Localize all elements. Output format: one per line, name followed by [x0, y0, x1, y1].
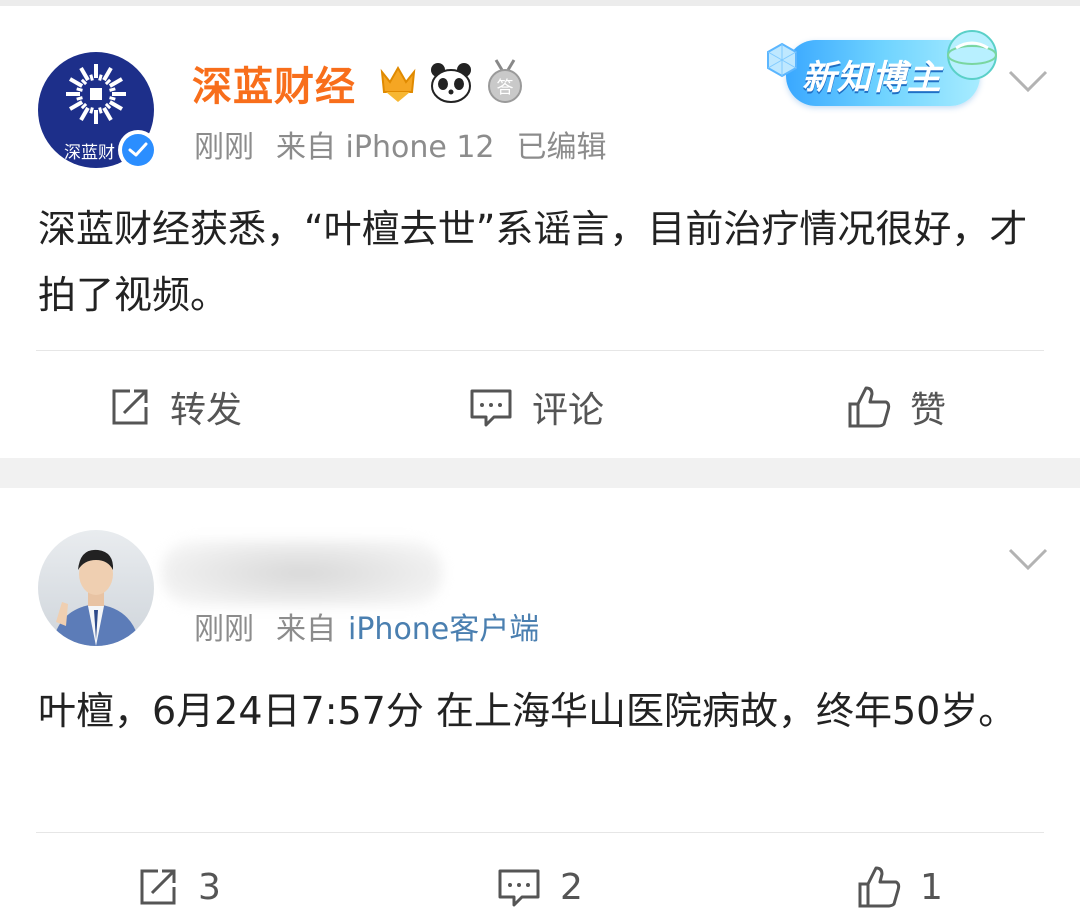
svg-text:答: 答 — [497, 78, 514, 98]
like-icon — [848, 386, 891, 428]
avatar[interactable]: 深蓝财 — [38, 52, 158, 170]
username[interactable]: 深蓝财经 — [192, 54, 356, 112]
cube-icon — [767, 42, 797, 78]
post-source-prefix: 来自 — [276, 612, 336, 647]
promo-badge[interactable]: 新知博主 — [762, 20, 1002, 120]
globe-icon — [947, 30, 997, 80]
post-time: 刚刚 — [194, 612, 254, 647]
repost-label: 转发 — [170, 390, 243, 431]
post-card-2: 刚刚 来自 iPhone客户端 叶檀，6月24日7:57分 在上海华山医院病故，终年… — [0, 488, 1080, 909]
post-time: 刚刚 — [194, 130, 254, 165]
comment-button[interactable]: 2 — [496, 862, 583, 909]
panda-badge-icon[interactable] — [428, 60, 474, 106]
edited-label[interactable]: 已编辑 — [517, 130, 607, 165]
like-icon — [858, 866, 901, 908]
like-label: 赞 — [910, 390, 947, 431]
answer-medal-icon[interactable]: 答 — [484, 58, 526, 104]
avatar-logo-text: 深蓝财 — [64, 143, 115, 163]
avatar[interactable] — [38, 530, 154, 646]
comment-icon — [470, 389, 512, 427]
repost-count: 3 — [198, 866, 221, 908]
comment-icon — [498, 869, 540, 907]
crown-badge-icon[interactable] — [376, 62, 420, 106]
post-meta: 刚刚 来自 iPhone 12 已编辑 — [194, 122, 629, 166]
comment-button[interactable]: 评论 — [468, 382, 604, 432]
comment-count: 2 — [560, 866, 583, 908]
post-source[interactable]: 来自 iPhone 12 — [276, 130, 495, 165]
repost-button[interactable]: 3 — [136, 862, 221, 909]
repost-icon — [140, 869, 176, 905]
post-card-1: 深蓝财 深蓝财经 答 刚刚 来自 iPhone 12 已编辑 新知博主 深蓝财经… — [0, 6, 1080, 458]
like-button[interactable]: 1 — [856, 862, 943, 909]
divider — [36, 350, 1044, 351]
chevron-down-icon[interactable] — [1008, 70, 1048, 94]
post-text: 叶檀，6月24日7:57分 在上海华山医院病故，终年50岁。 — [38, 689, 1017, 733]
like-button[interactable]: 赞 — [846, 382, 946, 432]
person-photo-icon — [52, 549, 140, 646]
username-blurred[interactable] — [162, 540, 442, 606]
post-meta: 刚刚 来自 iPhone客户端 — [194, 604, 561, 648]
promo-badge-label: 新知博主 — [802, 58, 942, 98]
comment-label: 评论 — [532, 390, 605, 431]
divider — [36, 832, 1044, 833]
like-count: 1 — [920, 866, 943, 908]
chevron-down-icon[interactable] — [1008, 548, 1048, 572]
post-text: 深蓝财经获悉，“叶檀去世”系谣言，目前治疗情况很好，才拍了视频。 — [38, 207, 1028, 317]
repost-icon — [112, 389, 148, 425]
verified-icon — [118, 130, 158, 170]
post-source-link[interactable]: iPhone客户端 — [348, 612, 539, 647]
repost-button[interactable]: 转发 — [108, 382, 242, 432]
